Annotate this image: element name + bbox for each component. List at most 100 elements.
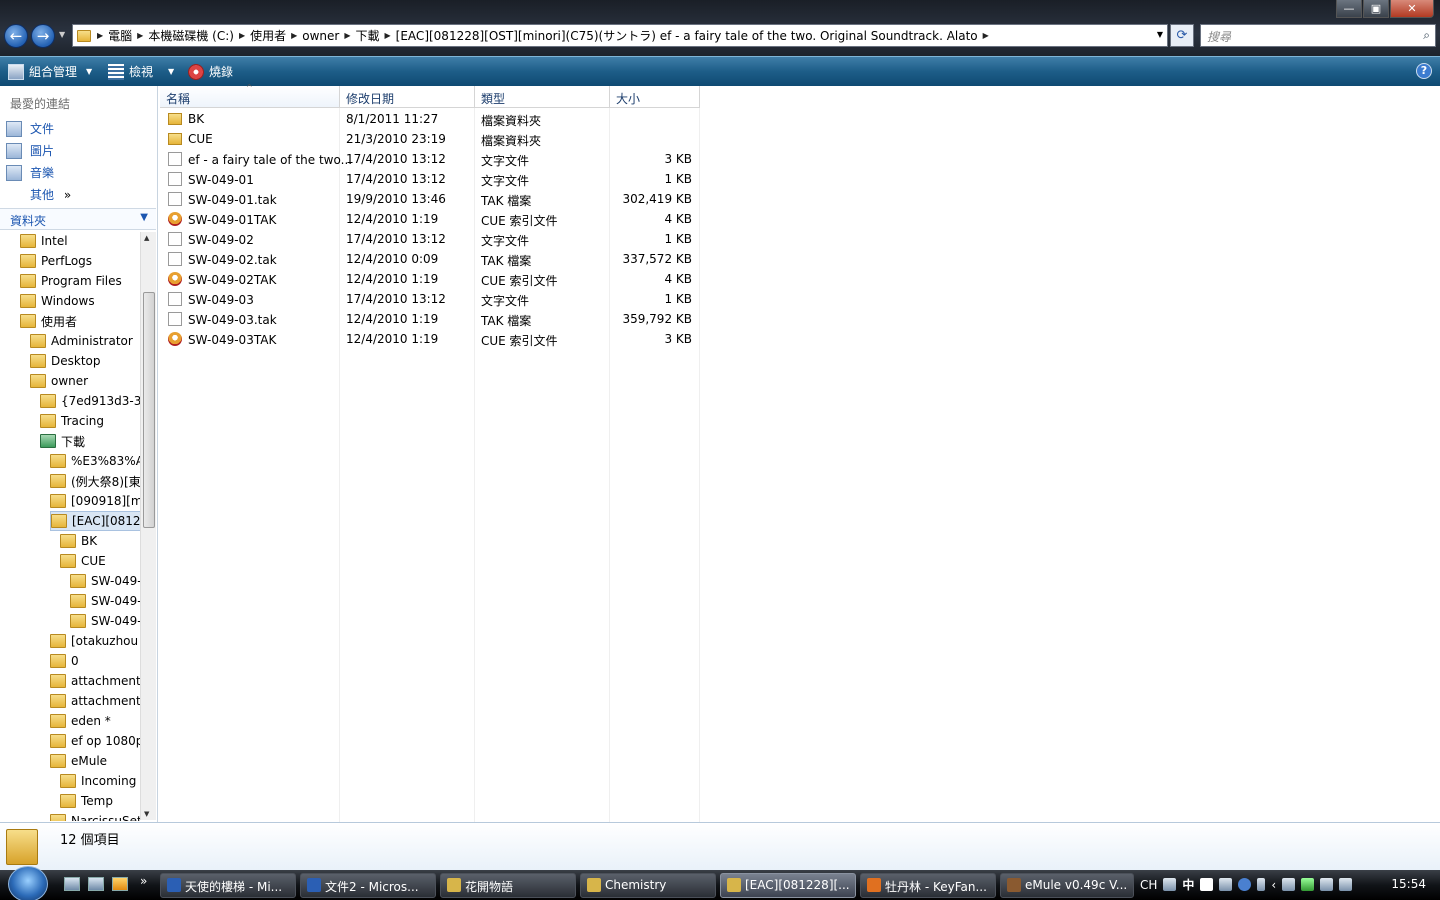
tree-item[interactable]: attachments	[50, 691, 140, 711]
clock[interactable]: 15:54	[1391, 877, 1426, 891]
ime-mode-indicator[interactable]: 中	[1182, 876, 1194, 893]
maximize-button[interactable]: ▣	[1363, 0, 1389, 18]
start-button[interactable]	[8, 866, 48, 900]
file-row[interactable]: SW-049-03 17/4/2010 13:12 文字文件 1 KB	[160, 289, 700, 309]
switch-windows-icon[interactable]	[88, 877, 104, 891]
views-button[interactable]: 檢視 ▼	[108, 63, 174, 80]
language-bar-icon[interactable]	[1163, 878, 1177, 891]
file-row[interactable]: SW-049-03TAK 12/4/2010 1:19 CUE 索引文件 3 KB	[160, 329, 700, 349]
breadcrumb-drive-c[interactable]: 本機磁碟機 (C:)	[143, 27, 239, 44]
burn-button[interactable]: 燒錄	[188, 63, 233, 80]
column-header-date[interactable]: 修改日期	[340, 86, 475, 108]
back-button[interactable]: ←	[4, 24, 28, 48]
file-row[interactable]: SW-049-01TAK 12/4/2010 1:19 CUE 索引文件 4 KB	[160, 209, 700, 229]
favorite-pictures[interactable]: 圖片	[6, 142, 54, 159]
safely-remove-icon[interactable]	[1301, 878, 1315, 891]
file-name[interactable]: SW-049-03	[168, 292, 254, 307]
network-icon[interactable]	[1320, 878, 1334, 891]
tree-item[interactable]: Windows	[20, 291, 95, 311]
show-hidden-icons-icon[interactable]: ‹	[1271, 878, 1276, 892]
column-header-size[interactable]: 大小	[610, 86, 700, 108]
tree-item[interactable]: NarcissuSetu	[50, 811, 140, 821]
tree-item[interactable]: Intel	[20, 231, 68, 251]
file-row[interactable]: SW-049-02.tak 12/4/2010 0:09 TAK 檔案 337,572…	[160, 249, 700, 269]
tree-item[interactable]: ef op 1080p	[50, 731, 140, 751]
tree-item[interactable]: SW-049-	[70, 591, 140, 611]
favorites-more-link[interactable]: 其他 »	[30, 186, 71, 203]
taskbar-button[interactable]: Chemistry	[580, 873, 716, 898]
breadcrumb-downloads[interactable]: 下載	[351, 27, 385, 44]
favorite-music[interactable]: 音樂	[6, 164, 54, 181]
tree-item[interactable]: Program Files	[20, 271, 122, 291]
file-name[interactable]: BK	[168, 112, 204, 126]
search-input[interactable]: 搜尋 ⌕	[1200, 24, 1436, 47]
tree-item[interactable]: (例大祭8)[東	[50, 471, 140, 491]
file-name[interactable]: SW-049-02TAK	[168, 272, 276, 287]
taskbar-button[interactable]: 文件2 - Micros...	[300, 873, 436, 898]
tree-item[interactable]: 0	[50, 651, 79, 671]
minimize-button[interactable]: —	[1336, 0, 1362, 18]
file-row[interactable]: SW-049-01 17/4/2010 13:12 文字文件 1 KB	[160, 169, 700, 189]
tree-item[interactable]: Temp	[60, 791, 113, 811]
tree-item[interactable]: Incoming	[60, 771, 136, 791]
breadcrumb-computer[interactable]: 電腦	[103, 27, 137, 44]
tree-item[interactable]: Administrator	[30, 331, 133, 351]
taskbar-button[interactable]: 牡丹林 - KeyFan...	[860, 873, 996, 898]
language-indicator[interactable]: CH	[1140, 878, 1157, 892]
column-header-name[interactable]: ^ 名稱	[160, 83, 340, 108]
taskbar-button[interactable]: 花開物語	[440, 873, 576, 898]
tree-item[interactable]: attachments	[50, 671, 140, 691]
file-row[interactable]: SW-049-03.tak 12/4/2010 1:19 TAK 檔案 359,792…	[160, 309, 700, 329]
tree-item[interactable]: eMule	[50, 751, 107, 771]
file-name[interactable]: SW-049-02.tak	[168, 252, 277, 267]
tree-item[interactable]: PerfLogs	[20, 251, 92, 271]
file-name[interactable]: SW-049-01.tak	[168, 192, 277, 207]
tree-item[interactable]: eden *	[50, 711, 111, 731]
tree-item[interactable]: 使用者	[20, 311, 77, 331]
show-desktop-icon[interactable]	[64, 877, 80, 891]
organize-button[interactable]: 組合管理 ▼	[8, 63, 92, 80]
taskbar-button[interactable]: [EAC][081228][...	[720, 873, 856, 898]
recent-pages-dropdown[interactable]: ▼	[59, 30, 65, 39]
taskbar-button[interactable]: 天使的樓梯 - Mi...	[160, 873, 296, 898]
folders-header[interactable]: 資料夾 ▼	[0, 208, 156, 230]
tree-item[interactable]: SW-049-	[70, 611, 140, 631]
tree-item[interactable]: [otakuzhou	[50, 631, 138, 651]
tree-item[interactable]: %E3%83%A	[50, 451, 140, 471]
file-name[interactable]: ef - a fairy tale of the two...	[168, 152, 352, 167]
tree-item[interactable]: BK	[60, 531, 97, 551]
search-icon[interactable]: ⌕	[1423, 28, 1430, 43]
breadcrumb-users[interactable]: 使用者	[245, 27, 291, 44]
tree-item[interactable]: SW-049-	[70, 571, 140, 591]
tree-item[interactable]: owner	[30, 371, 88, 391]
tree-item[interactable]: CUE	[60, 551, 106, 571]
refresh-button[interactable]: ⟳	[1170, 24, 1194, 47]
tree-item[interactable]: Desktop	[30, 351, 101, 371]
favorite-documents[interactable]: 文件	[6, 120, 54, 137]
file-name[interactable]: SW-049-01	[168, 172, 254, 187]
file-row[interactable]: SW-049-02 17/4/2010 13:12 文字文件 1 KB	[160, 229, 700, 249]
ime-help-icon[interactable]	[1238, 878, 1252, 891]
ime-fullwidth-icon[interactable]	[1200, 878, 1214, 891]
file-row[interactable]: ef - a fairy tale of the two... 17/4/2010…	[160, 149, 700, 169]
file-name[interactable]: SW-049-03TAK	[168, 332, 276, 347]
file-row[interactable]: CUE 21/3/2010 23:19 檔案資料夾	[160, 129, 700, 149]
tree-item[interactable]: Tracing	[40, 411, 104, 431]
tree-item[interactable]: 下載	[40, 431, 85, 451]
file-row[interactable]: SW-049-02TAK 12/4/2010 1:19 CUE 索引文件 4 KB	[160, 269, 700, 289]
file-name[interactable]: SW-049-03.tak	[168, 312, 277, 327]
taskbar-button[interactable]: eMule v0.49c V...	[1000, 873, 1134, 898]
folder-tree-scrollbar[interactable]: ▲ ▼	[140, 232, 156, 820]
tree-item[interactable]: [EAC][08122	[50, 511, 140, 531]
ime-options-icon[interactable]	[1257, 878, 1266, 891]
address-bar[interactable]: ▶ 電腦 ▶ 本機磁碟機 (C:) ▶ 使用者 ▶ owner ▶ 下載 ▶ […	[72, 24, 1168, 47]
media-player-icon[interactable]	[112, 877, 128, 891]
scrollbar-thumb[interactable]	[143, 292, 155, 528]
help-button[interactable]: ?	[1416, 63, 1432, 79]
forward-button[interactable]: →	[31, 24, 55, 48]
file-row[interactable]: SW-049-01.tak 19/9/2010 13:46 TAK 檔案 302,41…	[160, 189, 700, 209]
ime-pad-icon[interactable]	[1219, 878, 1233, 891]
breadcrumb-owner[interactable]: owner	[297, 29, 344, 43]
file-name[interactable]: SW-049-02	[168, 232, 254, 247]
volume-icon[interactable]	[1339, 878, 1353, 891]
